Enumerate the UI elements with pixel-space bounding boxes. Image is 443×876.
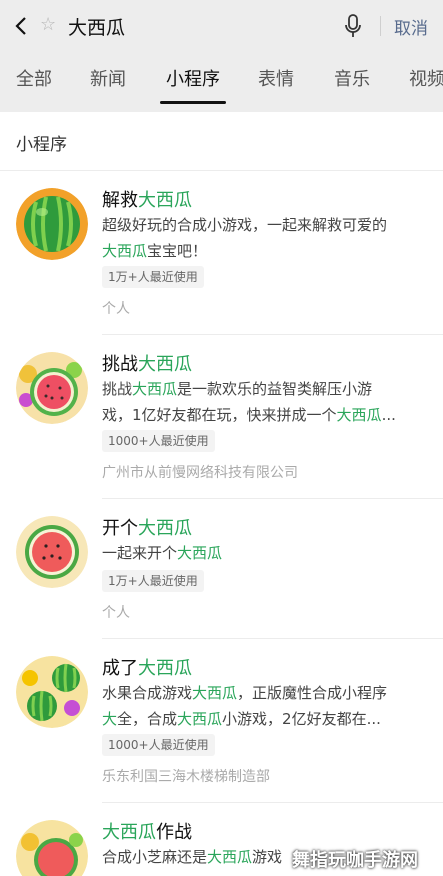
item-title: 解救大西瓜 bbox=[102, 190, 192, 211]
item-description: 挑战大西瓜是一款欢乐的益智类解压小游 戏，1亿好友都在玩，快来拼成一个大西瓜..… bbox=[102, 380, 396, 424]
usage-badge: 1000+人最近使用 bbox=[102, 734, 215, 756]
item-description: 超级好玩的合成小游戏，一起来解救可爱的 大西瓜宝宝吧！ bbox=[102, 216, 388, 260]
item-title: 大西瓜作战 bbox=[102, 822, 192, 843]
item-source: 个人 bbox=[102, 605, 130, 621]
item-source: 广州市从前慢网络科技有限公司 bbox=[102, 465, 298, 481]
divider bbox=[102, 498, 443, 499]
back-arrow-icon[interactable] bbox=[10, 12, 34, 40]
tab-stickers[interactable]: 表情 bbox=[258, 65, 294, 91]
item-source: 个人 bbox=[102, 301, 130, 317]
watermelon-battle-app-icon bbox=[16, 820, 88, 876]
usage-badge: 1万+人最近使用 bbox=[102, 570, 204, 592]
divider bbox=[102, 334, 443, 335]
divider bbox=[380, 16, 381, 36]
watermelon-slice-app-icon bbox=[16, 352, 88, 424]
divider bbox=[0, 170, 443, 171]
watermark-text: 舞指玩咖手游网 bbox=[292, 850, 418, 871]
usage-badge: 1万+人最近使用 bbox=[102, 266, 204, 288]
item-description: 水果合成游戏大西瓜，正版魔性合成小程序 大全，合成大西瓜小游戏，2亿好友都在..… bbox=[102, 684, 388, 728]
microphone-icon[interactable] bbox=[342, 12, 364, 40]
search-bar: ☆ 大西瓜 取消 bbox=[0, 0, 443, 52]
item-title: 挑战大西瓜 bbox=[102, 354, 192, 375]
divider bbox=[102, 802, 443, 803]
item-source: 乐东利国三海木楼梯制造部 bbox=[102, 769, 270, 785]
usage-badge: 1000+人最近使用 bbox=[102, 430, 215, 452]
tab-video[interactable]: 视频 bbox=[409, 65, 443, 91]
cancel-button[interactable]: 取消 bbox=[394, 14, 428, 39]
divider bbox=[102, 638, 443, 639]
active-tab-indicator bbox=[160, 101, 226, 104]
fruit-mix-app-icon bbox=[16, 656, 88, 728]
results-panel: 小程序 解救大西瓜 超级好玩的合成小游戏，一起来解救可爱的 大西瓜宝宝吧！ 1万… bbox=[0, 112, 443, 876]
tab-music[interactable]: 音乐 bbox=[334, 65, 370, 91]
tab-mini-programs[interactable]: 小程序 bbox=[166, 65, 220, 91]
item-description: 一起来开个大西瓜 bbox=[102, 544, 223, 562]
item-title: 成了大西瓜 bbox=[102, 658, 192, 679]
section-title: 小程序 bbox=[16, 135, 67, 155]
watermelon-half-app-icon bbox=[16, 516, 88, 588]
search-input[interactable]: 大西瓜 bbox=[68, 13, 125, 40]
watermelon-app-icon bbox=[16, 188, 88, 260]
tab-all[interactable]: 全部 bbox=[16, 65, 52, 91]
tab-news[interactable]: 新闻 bbox=[90, 65, 126, 91]
star-icon: ☆ bbox=[40, 14, 57, 35]
item-title: 开个大西瓜 bbox=[102, 518, 192, 539]
category-tabs: 全部 新闻 小程序 表情 音乐 视频 bbox=[0, 52, 443, 104]
